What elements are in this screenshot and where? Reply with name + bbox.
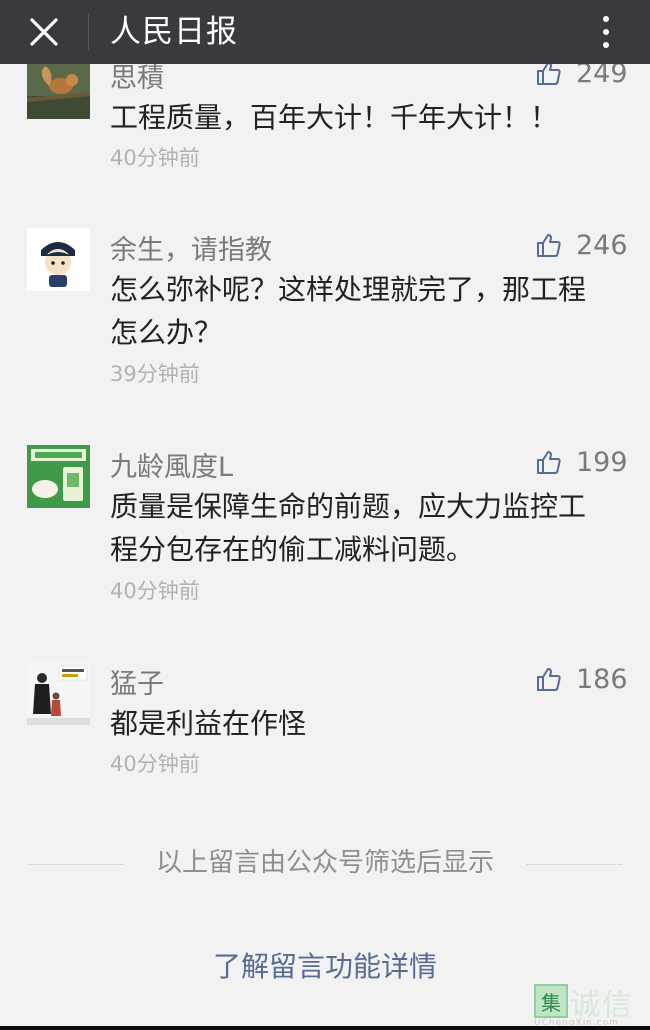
- watermark: 集 诚信 UChengXin.com: [530, 978, 650, 1030]
- close-icon: [30, 18, 58, 46]
- thumbs-up-icon: [537, 234, 561, 257]
- like-button[interactable]: 199: [536, 445, 628, 479]
- filter-notice: 以上留言由公众号筛选后显示: [28, 840, 622, 880]
- comment-time: 40分钟前: [110, 752, 200, 776]
- comment-nickname: 余生，请指教: [110, 235, 272, 266]
- movie-poster-avatar: [27, 662, 90, 725]
- rice-package-avatar: [27, 445, 90, 508]
- comment-content: 都是利益在作怪: [110, 707, 307, 740]
- thumbs-up-icon: [537, 668, 561, 691]
- page-title: 人民日报: [110, 14, 238, 50]
- comment-content: 质量是保障生命的前题，应大力监控工程分包存在的偷工减料问题。: [110, 490, 587, 566]
- avatar[interactable]: [27, 445, 90, 508]
- like-button[interactable]: 186: [536, 662, 628, 696]
- avatar[interactable]: [27, 56, 90, 119]
- more-button[interactable]: [586, 6, 626, 58]
- comment-nickname: 猛子: [110, 669, 164, 700]
- comment-time: 40分钟前: [110, 146, 200, 170]
- comment-time: 40分钟前: [110, 579, 200, 603]
- like-count: 246: [576, 229, 628, 261]
- thumbs-up-icon: [537, 451, 561, 474]
- cartoon-character-avatar: [27, 228, 90, 291]
- like-count: 186: [576, 663, 628, 695]
- comment-time: 39分钟前: [110, 362, 200, 386]
- like-button[interactable]: 246: [536, 228, 628, 262]
- comment-content: 怎么弥补呢？这样处理就完了，那工程怎么办？: [110, 273, 587, 349]
- comment-nickname: 九龄風度L: [110, 452, 234, 483]
- watermark-badge: 集: [534, 984, 568, 1018]
- divider-line-right: [527, 864, 622, 865]
- avatar[interactable]: [27, 228, 90, 291]
- filter-notice-text: 以上留言由公众号筛选后显示: [155, 848, 494, 878]
- squirrel-photo-avatar: [27, 56, 90, 119]
- topbar-divider: [88, 14, 89, 50]
- top-bar: 人民日报: [0, 0, 650, 64]
- avatar[interactable]: [27, 662, 90, 725]
- bottom-edge: [0, 1026, 650, 1030]
- like-count: 199: [576, 446, 628, 478]
- close-button[interactable]: [22, 10, 66, 54]
- more-vertical-icon: [603, 16, 609, 22]
- comment-content: 工程质量，百年大计！千年大计！！: [110, 101, 559, 134]
